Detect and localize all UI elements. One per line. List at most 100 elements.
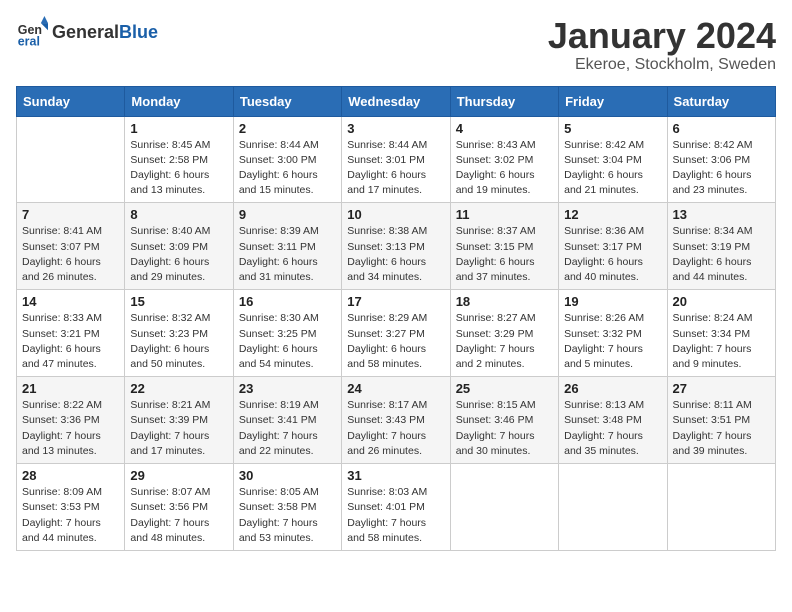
calendar-cell: 18 Sunrise: 8:27 AM Sunset: 3:29 PM Dayli…: [450, 290, 558, 377]
svg-text:eral: eral: [18, 34, 40, 48]
day-number: 15: [130, 294, 227, 309]
logo-text-blue: Blue: [119, 22, 158, 42]
weekday-header-saturday: Saturday: [667, 86, 775, 116]
day-detail: Sunrise: 8:29 AM Sunset: 3:27 PM Dayligh…: [347, 311, 444, 372]
day-number: 3: [347, 121, 444, 136]
weekday-header-sunday: Sunday: [17, 86, 125, 116]
calendar-cell: 9Sunrise: 8:39 AM Sunset: 3:11 PM Daylig…: [233, 203, 341, 290]
calendar-cell: 15 Sunrise: 8:32 AM Sunset: 3:23 PM Dayli…: [125, 290, 233, 377]
day-number: 5: [564, 121, 661, 136]
day-detail: Sunrise: 8:36 AM Sunset: 3:17 PM Dayligh…: [564, 224, 661, 285]
day-number: 26: [564, 381, 661, 396]
day-detail: Sunrise: 8:11 AM Sunset: 3:51 PM Dayligh…: [673, 398, 770, 459]
logo-icon: Gen eral: [16, 16, 48, 48]
calendar-cell: 13Sunrise: 8:34 AM Sunset: 3:19 PM Dayli…: [667, 203, 775, 290]
calendar-week-row: 28 Sunrise: 8:09 AM Sunset: 3:53 PM Dayli…: [17, 464, 776, 551]
day-detail: Sunrise: 8:03 AM Sunset: 4:01 PM Dayligh…: [347, 485, 444, 546]
calendar-cell: [667, 464, 775, 551]
calendar-cell: 12 Sunrise: 8:36 AM Sunset: 3:17 PM Dayli…: [559, 203, 667, 290]
calendar-cell: 17Sunrise: 8:29 AM Sunset: 3:27 PM Dayli…: [342, 290, 450, 377]
day-detail: Sunrise: 8:22 AM Sunset: 3:36 PM Dayligh…: [22, 398, 119, 459]
calendar-cell: 16 Sunrise: 8:30 AM Sunset: 3:25 PM Dayli…: [233, 290, 341, 377]
day-detail: Sunrise: 8:30 AM Sunset: 3:25 PM Dayligh…: [239, 311, 336, 372]
day-detail: Sunrise: 8:09 AM Sunset: 3:53 PM Dayligh…: [22, 485, 119, 546]
calendar-cell: 14Sunrise: 8:33 AM Sunset: 3:21 PM Dayli…: [17, 290, 125, 377]
day-number: 28: [22, 468, 119, 483]
day-detail: Sunrise: 8:40 AM Sunset: 3:09 PM Dayligh…: [130, 224, 227, 285]
calendar-cell: [450, 464, 558, 551]
calendar-cell: 22Sunrise: 8:21 AM Sunset: 3:39 PM Dayli…: [125, 377, 233, 464]
calendar-cell: 31 Sunrise: 8:03 AM Sunset: 4:01 PM Dayli…: [342, 464, 450, 551]
day-number: 12: [564, 207, 661, 222]
calendar-cell: 4 Sunrise: 8:43 AM Sunset: 3:02 PM Daylig…: [450, 116, 558, 203]
calendar-week-row: 21 Sunrise: 8:22 AM Sunset: 3:36 PM Dayli…: [17, 377, 776, 464]
calendar-cell: 10Sunrise: 8:38 AM Sunset: 3:13 PM Dayli…: [342, 203, 450, 290]
calendar-cell: 25Sunrise: 8:15 AM Sunset: 3:46 PM Dayli…: [450, 377, 558, 464]
day-number: 29: [130, 468, 227, 483]
day-detail: Sunrise: 8:24 AM Sunset: 3:34 PM Dayligh…: [673, 311, 770, 372]
day-detail: Sunrise: 8:15 AM Sunset: 3:46 PM Dayligh…: [456, 398, 553, 459]
day-detail: Sunrise: 8:17 AM Sunset: 3:43 PM Dayligh…: [347, 398, 444, 459]
day-detail: Sunrise: 8:13 AM Sunset: 3:48 PM Dayligh…: [564, 398, 661, 459]
calendar-cell: 11Sunrise: 8:37 AM Sunset: 3:15 PM Dayli…: [450, 203, 558, 290]
day-number: 8: [130, 207, 227, 222]
day-number: 11: [456, 207, 553, 222]
day-number: 18: [456, 294, 553, 309]
day-detail: Sunrise: 8:27 AM Sunset: 3:29 PM Dayligh…: [456, 311, 553, 372]
calendar-week-row: 7Sunrise: 8:41 AM Sunset: 3:07 PM Daylig…: [17, 203, 776, 290]
calendar-week-row: 1 Sunrise: 8:45 AM Sunset: 2:58 PM Daylig…: [17, 116, 776, 203]
day-number: 7: [22, 207, 119, 222]
title-block: January 2024 Ekeroe, Stockholm, Sweden: [548, 16, 776, 74]
calendar-cell: [559, 464, 667, 551]
day-detail: Sunrise: 8:43 AM Sunset: 3:02 PM Dayligh…: [456, 138, 553, 199]
calendar-cell: 8 Sunrise: 8:40 AM Sunset: 3:09 PM Daylig…: [125, 203, 233, 290]
day-number: 16: [239, 294, 336, 309]
day-number: 23: [239, 381, 336, 396]
day-detail: Sunrise: 8:07 AM Sunset: 3:56 PM Dayligh…: [130, 485, 227, 546]
weekday-header-friday: Friday: [559, 86, 667, 116]
calendar-cell: 23 Sunrise: 8:19 AM Sunset: 3:41 PM Dayli…: [233, 377, 341, 464]
day-detail: Sunrise: 8:44 AM Sunset: 3:01 PM Dayligh…: [347, 138, 444, 199]
day-detail: Sunrise: 8:19 AM Sunset: 3:41 PM Dayligh…: [239, 398, 336, 459]
day-number: 30: [239, 468, 336, 483]
calendar-table: SundayMondayTuesdayWednesdayThursdayFrid…: [16, 86, 776, 551]
weekday-header-wednesday: Wednesday: [342, 86, 450, 116]
day-detail: Sunrise: 8:33 AM Sunset: 3:21 PM Dayligh…: [22, 311, 119, 372]
calendar-cell: 21 Sunrise: 8:22 AM Sunset: 3:36 PM Dayli…: [17, 377, 125, 464]
day-number: 24: [347, 381, 444, 396]
day-number: 9: [239, 207, 336, 222]
page-header: Gen eral GeneralBlue January 2024 Ekeroe…: [16, 16, 776, 74]
calendar-cell: 26 Sunrise: 8:13 AM Sunset: 3:48 PM Dayli…: [559, 377, 667, 464]
day-detail: Sunrise: 8:34 AM Sunset: 3:19 PM Dayligh…: [673, 224, 770, 285]
weekday-header-tuesday: Tuesday: [233, 86, 341, 116]
logo: Gen eral GeneralBlue: [16, 16, 158, 48]
day-number: 4: [456, 121, 553, 136]
day-detail: Sunrise: 8:44 AM Sunset: 3:00 PM Dayligh…: [239, 138, 336, 199]
day-detail: Sunrise: 8:45 AM Sunset: 2:58 PM Dayligh…: [130, 138, 227, 199]
day-detail: Sunrise: 8:42 AM Sunset: 3:04 PM Dayligh…: [564, 138, 661, 199]
day-number: 20: [673, 294, 770, 309]
calendar-cell: 19Sunrise: 8:26 AM Sunset: 3:32 PM Dayli…: [559, 290, 667, 377]
day-number: 2: [239, 121, 336, 136]
calendar-cell: 28 Sunrise: 8:09 AM Sunset: 3:53 PM Dayli…: [17, 464, 125, 551]
calendar-cell: [17, 116, 125, 203]
weekday-header-row: SundayMondayTuesdayWednesdayThursdayFrid…: [17, 86, 776, 116]
calendar-cell: 30 Sunrise: 8:05 AM Sunset: 3:58 PM Dayli…: [233, 464, 341, 551]
day-number: 27: [673, 381, 770, 396]
day-number: 21: [22, 381, 119, 396]
calendar-cell: 29 Sunrise: 8:07 AM Sunset: 3:56 PM Dayli…: [125, 464, 233, 551]
calendar-cell: 20 Sunrise: 8:24 AM Sunset: 3:34 PM Dayli…: [667, 290, 775, 377]
calendar-cell: 5 Sunrise: 8:42 AM Sunset: 3:04 PM Daylig…: [559, 116, 667, 203]
day-number: 1: [130, 121, 227, 136]
day-number: 31: [347, 468, 444, 483]
calendar-title: January 2024: [548, 16, 776, 56]
calendar-week-row: 14Sunrise: 8:33 AM Sunset: 3:21 PM Dayli…: [17, 290, 776, 377]
day-number: 10: [347, 207, 444, 222]
day-detail: Sunrise: 8:05 AM Sunset: 3:58 PM Dayligh…: [239, 485, 336, 546]
calendar-cell: 1 Sunrise: 8:45 AM Sunset: 2:58 PM Daylig…: [125, 116, 233, 203]
weekday-header-thursday: Thursday: [450, 86, 558, 116]
calendar-cell: 27 Sunrise: 8:11 AM Sunset: 3:51 PM Dayli…: [667, 377, 775, 464]
day-detail: Sunrise: 8:42 AM Sunset: 3:06 PM Dayligh…: [673, 138, 770, 199]
day-number: 22: [130, 381, 227, 396]
day-detail: Sunrise: 8:32 AM Sunset: 3:23 PM Dayligh…: [130, 311, 227, 372]
